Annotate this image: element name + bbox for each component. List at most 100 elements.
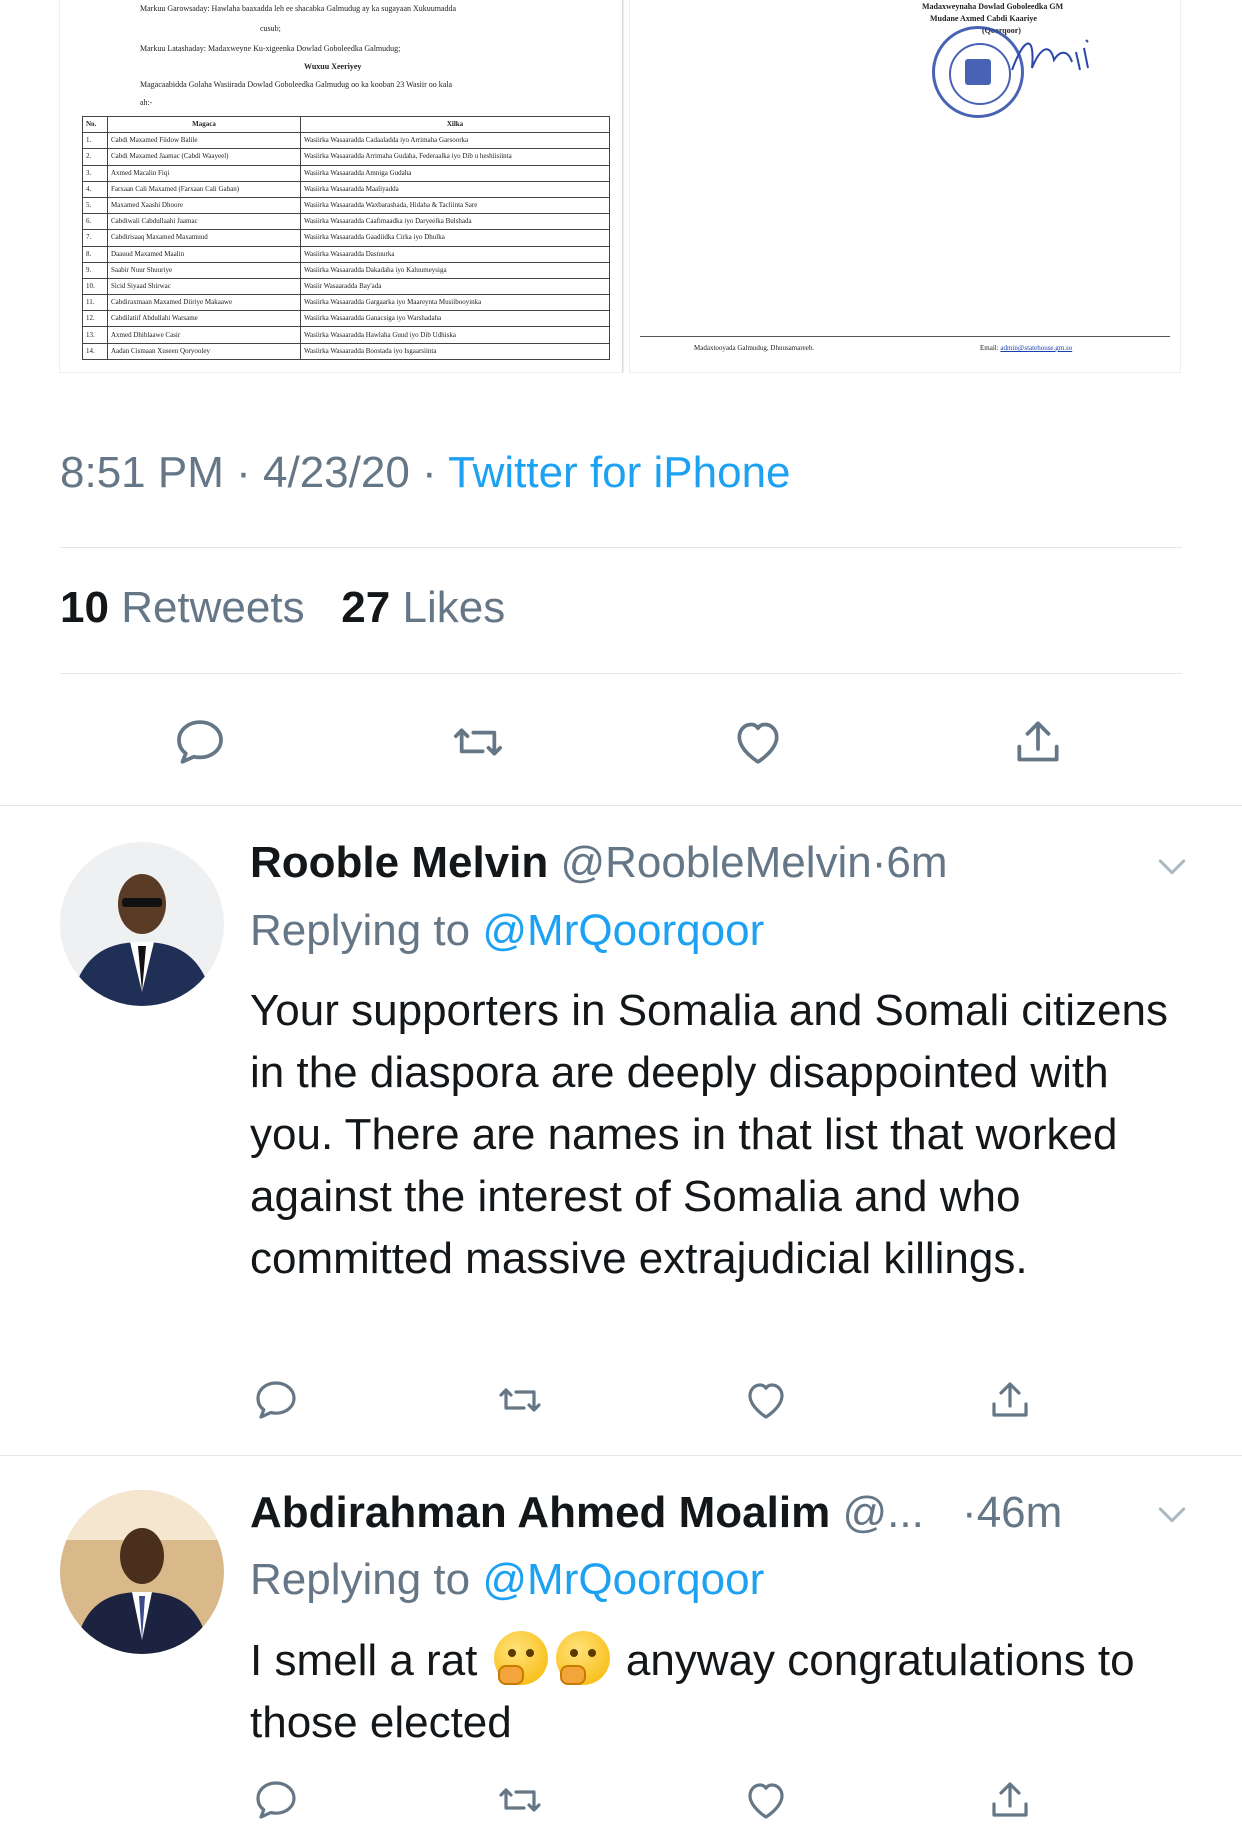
like-icon — [748, 1783, 784, 1819]
table-cell: 2. — [82, 148, 108, 166]
retweet-button[interactable] — [490, 1770, 550, 1830]
mention-link[interactable]: @MrQoorqoor — [482, 1555, 764, 1604]
reply-author-name[interactable]: Rooble Melvin — [250, 838, 548, 887]
likes-stat[interactable]: 27 Likes — [341, 583, 505, 632]
retweet-icon — [499, 1388, 541, 1412]
doc-line: Markuu Latashaday: Madaxweyne Ku-xigeenk… — [140, 44, 401, 53]
table-cell: 5. — [82, 196, 108, 215]
retweet-button[interactable] — [448, 712, 508, 772]
table-row: 9. Saabir Nuur Shuuriye Wasiirka Wasaaradd… — [82, 261, 610, 279]
footer-address: Madaxtooyada Galmudug, Dhuusamareeb. — [694, 344, 815, 352]
reply-button[interactable] — [246, 1370, 306, 1430]
table-cell: Wasiirka Wasaaradda Amniga Gudaha — [300, 164, 610, 182]
table-cell: 13. — [82, 326, 108, 344]
thinking-face-emoji — [493, 1631, 548, 1685]
doc-line: ah:- — [140, 98, 153, 107]
replying-to-label: Replying to — [250, 1555, 471, 1604]
divider — [0, 1455, 1242, 1456]
share-button[interactable] — [980, 1770, 1040, 1830]
table-cell: 8. — [82, 245, 108, 263]
tweet-timestamp: 8:51 PM · 4/23/20 · Twitter for iPhone — [60, 448, 791, 498]
document-image-right[interactable]: Madaxweynaha Dowlad Goboleedka GM Mudane… — [630, 0, 1180, 372]
table-row: 5. Maxamed Xaashi Dhoore Wasiirka Wasaarad… — [82, 196, 610, 215]
table-cell: Aadan Cismaan Xuseen Qoryooley — [107, 342, 301, 360]
reply-icon — [177, 720, 223, 764]
replying-to: Replying to @MrQoorqoor — [250, 1555, 764, 1605]
share-button[interactable] — [980, 1370, 1040, 1430]
like-button[interactable] — [728, 712, 788, 772]
share-icon — [992, 1382, 1028, 1417]
tweet-source-link[interactable]: Twitter for iPhone — [448, 448, 790, 497]
divider — [60, 673, 1182, 674]
table-cell: Maxamed Xaashi Dhoore — [107, 196, 301, 215]
table-cell: Wasiir Wasaaradda Bay'ada — [300, 277, 610, 296]
meta-separator: · — [422, 448, 437, 497]
table-cell: 12. — [82, 310, 108, 328]
table-cell: Wasiirka Wasaaradda Dakadaha iyo Kaluume… — [300, 261, 610, 279]
like-icon — [737, 722, 779, 764]
retweet-icon — [453, 728, 503, 756]
table-cell: Wasiirka Wasaaradda Dastuurka — [300, 245, 610, 263]
document-image-left[interactable]: Markuu Garowsaday: Hawlaha baaxadda leh … — [60, 0, 623, 372]
likes-count: 27 — [341, 583, 391, 632]
table-cell: Wasiirka Wasaaradda Waxbarashada, Hidaha… — [300, 196, 610, 215]
reply-author-handle[interactable]: @RoobleMelvin — [560, 838, 871, 887]
table-row: 1. Cabdi Maxamed Fiidow Balile Wasiirka Wa… — [82, 132, 610, 150]
mention-link[interactable]: @MrQoorqoor — [482, 906, 764, 955]
like-button[interactable] — [736, 1770, 796, 1830]
meta-separator: · — [962, 1488, 977, 1537]
table-cell: Cabdiwali Cabdullaahi Jaamac — [107, 213, 301, 231]
tweet-time: 8:51 PM — [60, 448, 224, 497]
like-button[interactable] — [736, 1370, 796, 1430]
reply-text: I smell a rat anyway congratulations to … — [250, 1630, 1190, 1754]
table-cell: Wasiirka Wasaaradda Arrimaha Gudaha, Fed… — [300, 148, 610, 166]
retweet-button[interactable] — [490, 1370, 550, 1430]
table-cell: Cabdi Maxamed Fiidow Balile — [107, 132, 301, 150]
table-cell: 7. — [82, 229, 108, 247]
reply-author-name[interactable]: Abdirahman Ahmed Moalim — [250, 1488, 830, 1537]
table-row: 6. Cabdiwali Cabdullaahi Jaamac Wasiirka W… — [82, 213, 610, 231]
reply-time: 6m — [886, 838, 948, 887]
reply-button[interactable] — [170, 712, 230, 772]
table-cell: 14. — [82, 342, 108, 360]
footer-divider — [640, 336, 1170, 337]
meta-separator: · — [236, 448, 251, 497]
chevron-down-icon[interactable] — [1152, 1494, 1192, 1534]
retweets-count: 10 — [60, 583, 109, 632]
avatar[interactable] — [60, 1490, 224, 1654]
table-cell: 6. — [82, 213, 108, 231]
avatar[interactable] — [60, 842, 224, 1006]
table-cell: 9. — [82, 261, 108, 279]
table-cell: 1. — [82, 132, 108, 150]
reply-button[interactable] — [246, 1770, 306, 1830]
table-cell: 3. — [82, 164, 108, 182]
table-row: 11. Cabdiraxmaan Maxamed Diiriye Makaawe W… — [82, 294, 610, 312]
table-cell: Cabdiraxmaan Maxamed Diiriye Makaawe — [107, 294, 301, 312]
avatar-photo-icon — [60, 1490, 224, 1654]
share-button[interactable] — [1008, 712, 1068, 772]
retweets-stat[interactable]: 10 Retweets — [60, 583, 305, 632]
table-cell: 10. — [82, 277, 108, 296]
reply-header: Abdirahman Ahmed Moalim @... ·46m — [250, 1488, 1062, 1538]
table-header: No. — [82, 115, 108, 134]
divider — [60, 547, 1182, 548]
table-header: Xilka — [300, 115, 610, 134]
doc-heading: Wuxuu Xeeriyey — [304, 62, 362, 71]
reply-icon — [256, 1381, 296, 1419]
table-cell: 4. — [82, 180, 108, 198]
chevron-down-icon[interactable] — [1152, 846, 1192, 886]
table-cell: Wasiirka Wasaaradda Maaliyadda — [300, 180, 610, 198]
like-icon — [748, 1383, 784, 1419]
doc-line: Magacaabidda Golaha Wasiirada Dowlad Gob… — [140, 80, 453, 89]
reply-author-handle[interactable]: @... — [842, 1488, 923, 1537]
signatory-title: Madaxweynaha Dowlad Goboleedka GM — [922, 2, 1064, 11]
table-cell: Wasiirka Wasaaradda Boostada iyo Isgaars… — [300, 342, 610, 360]
table-header: Magaca — [107, 115, 301, 134]
table-cell: Farxaan Cali Maxamed (Farxaan Cali Gaban… — [107, 180, 301, 198]
retweets-label: Retweets — [121, 583, 305, 632]
doc-line: cusub; — [260, 24, 281, 33]
replying-to: Replying to @MrQoorqoor — [250, 906, 764, 956]
table-cell: Cabdirisaaq Maxamed Maxamuud — [107, 229, 301, 247]
table-cell: Wasiirka Wasaaradda Cadaaladda iyo Arrim… — [300, 132, 610, 150]
footer-email-link[interactable]: admin@statehouse.gm.so — [1000, 344, 1072, 352]
